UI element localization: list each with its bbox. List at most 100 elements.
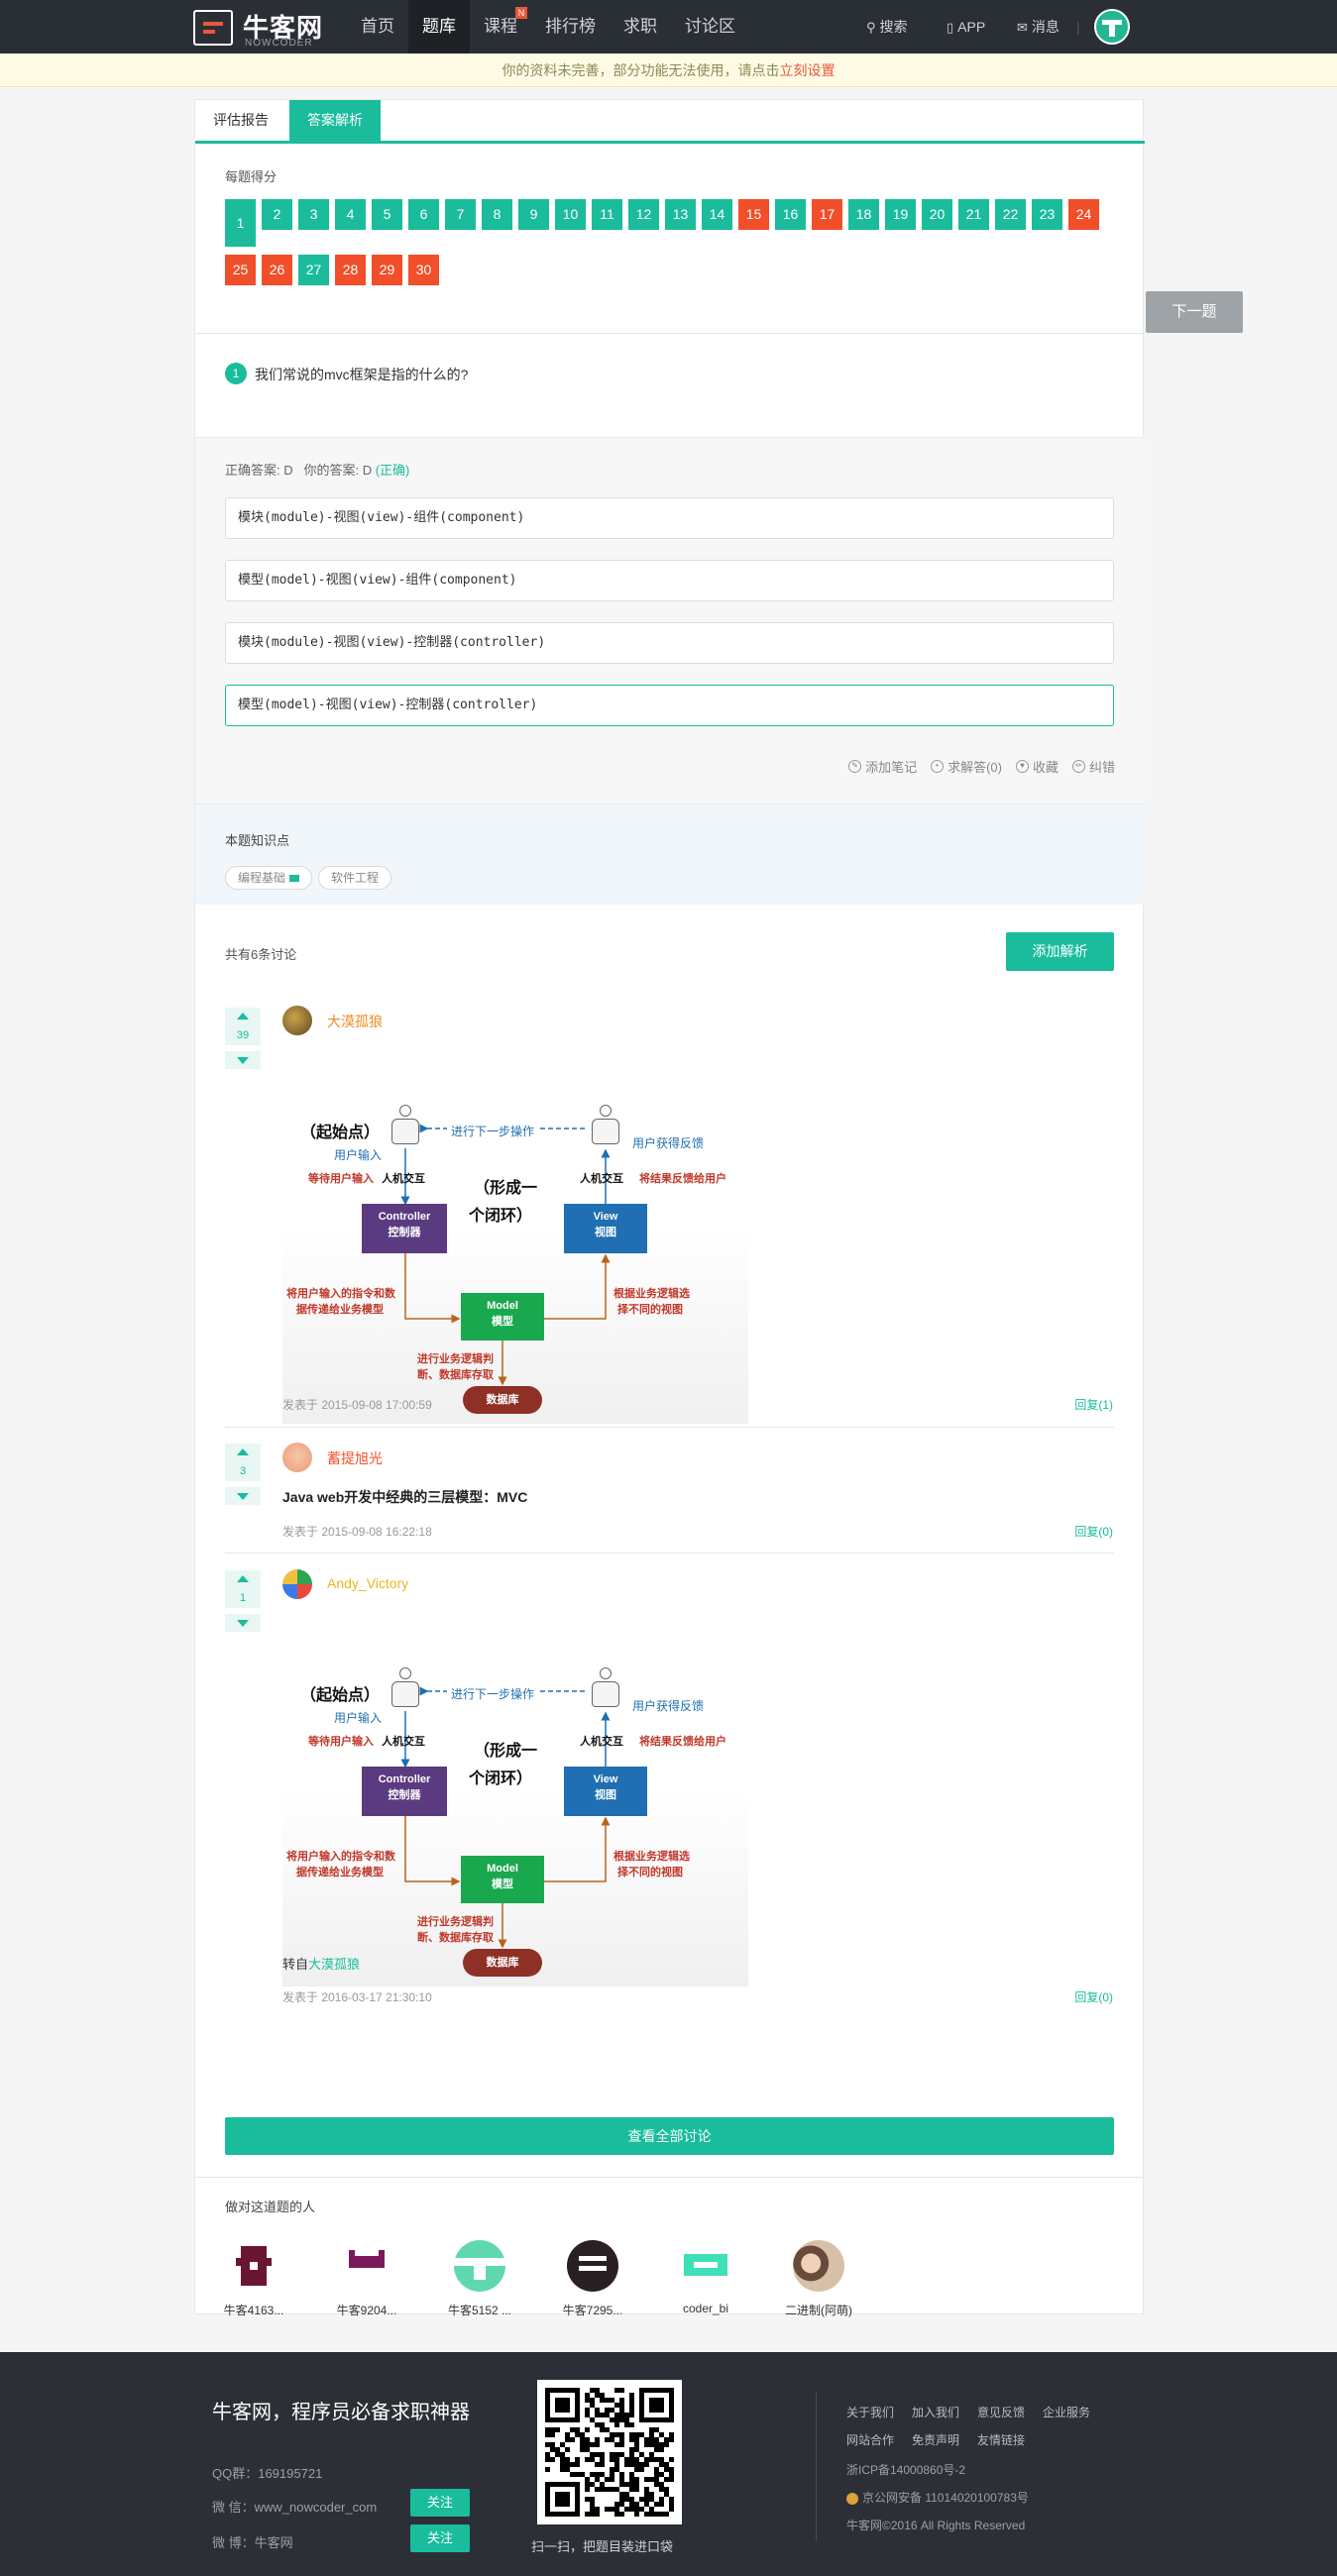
user-card[interactable]: 牛客9204...: [322, 2240, 411, 2318]
notice-settings-link[interactable]: 立刻设置: [780, 62, 836, 78]
score-item-26[interactable]: 26: [262, 255, 292, 285]
score-item-29[interactable]: 29: [372, 255, 402, 285]
score-item-22[interactable]: 22: [995, 199, 1026, 230]
score-item-2[interactable]: 2: [262, 199, 292, 230]
report-error-button[interactable]: ✏ 纠错: [1071, 757, 1115, 776]
score-item-4[interactable]: 4: [335, 199, 366, 230]
score-item-20[interactable]: 20: [922, 199, 952, 230]
footer-link-about[interactable]: 关于我们: [846, 2404, 894, 2420]
user-card[interactable]: 二进制(阿萌): [774, 2240, 863, 2318]
score-item-9[interactable]: 9: [518, 199, 549, 230]
score-item-3[interactable]: 3: [298, 199, 329, 230]
score-item-18[interactable]: 18: [848, 199, 879, 230]
box-subtitle: 视图: [595, 1789, 616, 1801]
score-item-19[interactable]: 19: [885, 199, 916, 230]
repost-author-link[interactable]: 大漠孤狼: [308, 1957, 360, 1972]
add-note-button[interactable]: ✎ 添加笔记: [848, 757, 917, 776]
user-card[interactable]: 牛客5152 ...: [435, 2240, 524, 2318]
score-item-10[interactable]: 10: [555, 199, 586, 230]
diagram-label-loop1: （形成一: [474, 1180, 538, 1197]
score-item-14[interactable]: 14: [702, 199, 732, 230]
favorite-button[interactable]: ♥ 收藏: [1015, 757, 1058, 776]
upvote-icon[interactable]: [225, 1570, 261, 1588]
score-item-21[interactable]: 21: [958, 199, 989, 230]
score-item-24[interactable]: 24: [1068, 199, 1099, 230]
nav-courses[interactable]: 课程 N: [470, 0, 531, 54]
add-analysis-button[interactable]: 添加解析: [1006, 932, 1114, 971]
post-author[interactable]: 蓄提旭光: [327, 1449, 383, 1468]
ask-answer-button[interactable]: • 求解答(0): [931, 757, 1002, 776]
score-item-25[interactable]: 25: [225, 255, 256, 285]
score-item-6[interactable]: 6: [408, 199, 439, 230]
option-b[interactable]: 模型(model)-视图(view)-组件(component): [225, 560, 1114, 601]
downvote-icon[interactable]: [225, 1487, 261, 1505]
reply-link[interactable]: 回复(1): [1074, 1396, 1113, 1413]
score-item-27[interactable]: 27: [298, 255, 329, 285]
avatar[interactable]: [282, 1569, 312, 1599]
score-item-15[interactable]: 15: [738, 199, 769, 230]
user-card[interactable]: coder_bi: [661, 2240, 750, 2315]
post-author[interactable]: 大漠孤狼: [327, 1012, 383, 1031]
score-item-13[interactable]: 13: [665, 199, 696, 230]
diagram-label-hci: 人机交互: [580, 1173, 623, 1185]
nav-forum[interactable]: 讨论区: [671, 0, 749, 54]
footer-link-partner[interactable]: 网站合作: [846, 2431, 894, 2448]
score-item-17[interactable]: 17: [812, 199, 842, 230]
follow-weibo-button[interactable]: 关注: [410, 2524, 470, 2552]
nav-question-bank-label: 题库: [422, 17, 456, 36]
user-card[interactable]: 牛客4163...: [209, 2240, 298, 2318]
score-item-11[interactable]: 11: [592, 199, 622, 230]
score-item-7[interactable]: 7: [445, 199, 476, 230]
diagram-box-controller: Controller 控制器: [362, 1767, 447, 1816]
upvote-icon[interactable]: [225, 1008, 261, 1025]
reply-link[interactable]: 回复(0): [1074, 1523, 1113, 1540]
footer-link-enterprise[interactable]: 企业服务: [1043, 2404, 1090, 2420]
avatar[interactable]: [282, 1006, 312, 1035]
footer-link-feedback[interactable]: 意见反馈: [977, 2404, 1025, 2420]
tag-programming-basics[interactable]: 编程基础: [225, 866, 313, 890]
post-author[interactable]: Andy_Victory: [327, 1575, 408, 1591]
nav-question-bank[interactable]: 题库: [408, 0, 470, 54]
downvote-icon[interactable]: [225, 1614, 261, 1632]
footer-link-friends[interactable]: 友情链接: [977, 2431, 1025, 2448]
avatar[interactable]: [282, 1443, 312, 1472]
diagram-box-view: View 视图: [564, 1767, 647, 1816]
tab-report[interactable]: 评估报告: [195, 100, 286, 141]
diagram-label-bottom-note2: 断、数据库存取: [417, 1369, 494, 1381]
score-item-30[interactable]: 30: [408, 255, 439, 285]
diagram-label-loop2: 个闭环）: [469, 1208, 533, 1225]
tag-software-engineering[interactable]: 软件工程: [318, 866, 392, 890]
view-all-discussions-button[interactable]: 查看全部讨论: [225, 2117, 1114, 2155]
footer-link-disclaimer[interactable]: 免责声明: [912, 2431, 959, 2448]
option-a[interactable]: 模块(module)-视图(view)-组件(component): [225, 497, 1114, 539]
option-d[interactable]: 模型(model)-视图(view)-控制器(controller): [225, 685, 1114, 726]
nav-ranking[interactable]: 排行榜: [531, 0, 610, 54]
downvote-icon[interactable]: [225, 1051, 261, 1069]
score-item-12[interactable]: 12: [628, 199, 659, 230]
diagram-label-next-op: 进行下一步操作: [451, 1125, 535, 1138]
police-badge-icon: [846, 2492, 858, 2505]
score-item-28[interactable]: 28: [335, 255, 366, 285]
wechat-id: 微 信：www_nowcoder_com: [212, 2500, 378, 2515]
follow-wechat-button[interactable]: 关注: [410, 2489, 470, 2517]
box-subtitle: 控制器: [388, 1789, 421, 1801]
next-question-button[interactable]: 下一题: [1146, 291, 1243, 333]
score-item-16[interactable]: 16: [775, 199, 806, 230]
upvote-icon[interactable]: [225, 1444, 261, 1461]
app-link[interactable]: ▯ APP: [947, 0, 985, 54]
score-item-8[interactable]: 8: [482, 199, 512, 230]
search-link[interactable]: ⚲ 搜索: [866, 0, 908, 54]
nav-jobs[interactable]: 求职: [610, 0, 671, 54]
diagram-box-model: Model 模型: [461, 1856, 544, 1903]
footer-link-join[interactable]: 加入我们: [912, 2404, 959, 2420]
user-avatar[interactable]: [1094, 9, 1130, 45]
score-item-23[interactable]: 23: [1032, 199, 1062, 230]
score-item-5[interactable]: 5: [372, 199, 402, 230]
nav-home[interactable]: 首页: [347, 0, 408, 54]
reply-link[interactable]: 回复(0): [1074, 1988, 1113, 2005]
tab-answer-analysis[interactable]: 答案解析: [289, 100, 381, 141]
user-card[interactable]: 牛客7295...: [548, 2240, 637, 2318]
messages-link[interactable]: ✉ 消息: [1017, 0, 1059, 54]
option-c[interactable]: 模块(module)-视图(view)-控制器(controller): [225, 622, 1114, 664]
score-item-1[interactable]: 1: [225, 199, 256, 247]
